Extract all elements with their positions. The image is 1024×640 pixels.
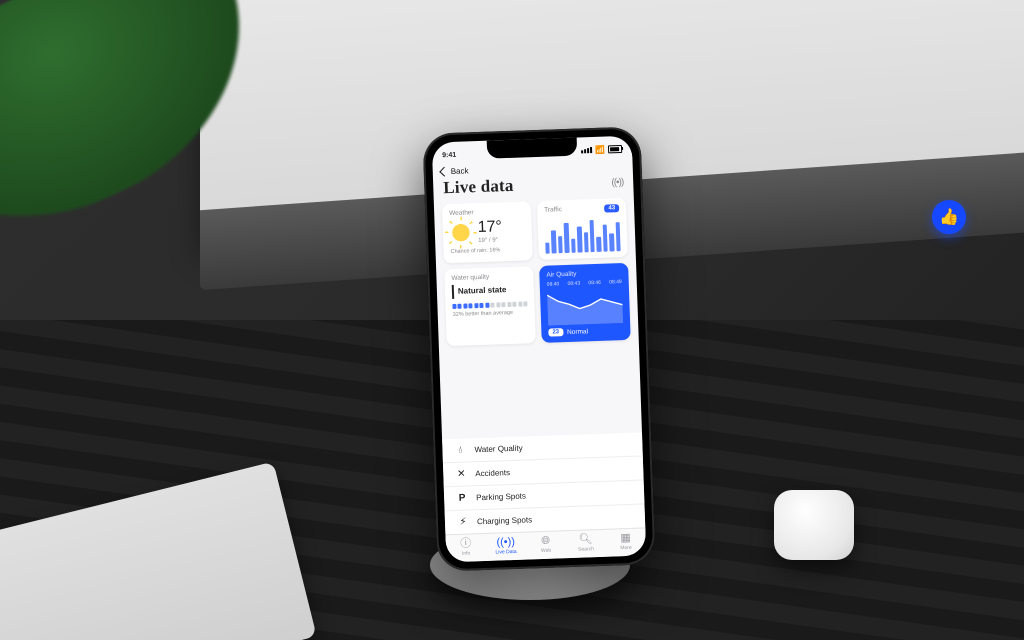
air-sparkline bbox=[547, 287, 623, 326]
tab-label: Info bbox=[462, 551, 471, 557]
dashboard-grid: Weather 17° 19° / 9° Chance of rain: 16% bbox=[434, 198, 642, 436]
weather-label: Weather bbox=[449, 207, 524, 217]
app-screen: 9:41 ︎📶 Back Live data ((•)) W bbox=[432, 136, 647, 563]
cellular-signal-icon bbox=[581, 147, 592, 153]
thumbs-up-icon: 👍 bbox=[939, 207, 959, 227]
page-title: Live data bbox=[443, 176, 514, 198]
air-status: Normal bbox=[567, 328, 588, 336]
iphone-frame: 9:41 ︎📶 Back Live data ((•)) W bbox=[422, 126, 655, 571]
search-icon: 🔍︎ bbox=[579, 534, 593, 545]
tab-label: Live Data bbox=[495, 549, 516, 556]
battery-icon bbox=[608, 145, 622, 153]
weather-card[interactable]: Weather 17° 19° / 9° Chance of rain: 16% bbox=[442, 201, 533, 263]
weather-temp: 17° bbox=[477, 218, 502, 237]
tab-label: Search bbox=[578, 546, 594, 553]
traffic-bar-chart bbox=[544, 217, 620, 254]
water-state: Natural state bbox=[458, 286, 507, 296]
iphone-notch bbox=[487, 138, 578, 159]
tab-label: More bbox=[620, 545, 632, 551]
traffic-card[interactable]: 43 Traffic bbox=[537, 198, 628, 260]
photo-scene: 👍 9:41 ︎📶 Back Liv bbox=[0, 0, 1024, 640]
water-caption: 32% better than average bbox=[453, 309, 528, 318]
charging-icon: ⚡︎ bbox=[457, 517, 469, 528]
wifi-icon: ︎📶 bbox=[595, 145, 605, 154]
grid-icon: ▦ bbox=[620, 533, 631, 544]
airpods-case bbox=[774, 490, 854, 560]
droplet-icon: 💧︎ bbox=[454, 445, 466, 456]
water-label: Water quality bbox=[451, 272, 526, 282]
traffic-badge: 43 bbox=[604, 204, 619, 213]
air-quality-card[interactable]: Air Quality 08:4008:43 08:4608:49 23 Nor… bbox=[539, 263, 631, 343]
broadcast-icon[interactable]: ((•)) bbox=[611, 176, 623, 187]
status-time: 9:41 bbox=[442, 151, 456, 158]
tab-info[interactable]: ⓘ Info bbox=[445, 534, 486, 562]
air-ticks: 08:4008:43 08:4608:49 bbox=[547, 279, 622, 288]
tab-label: Web bbox=[541, 548, 551, 554]
parking-icon: P bbox=[456, 493, 468, 504]
globe-icon: 🌐︎ bbox=[541, 536, 550, 547]
tab-more[interactable]: ▦ More bbox=[605, 528, 646, 556]
air-value: 23 bbox=[548, 328, 563, 337]
list-label: Water Quality bbox=[474, 444, 522, 455]
water-indicator-icon bbox=[452, 285, 454, 299]
cross-icon: ✕ bbox=[455, 469, 467, 480]
tab-live-data[interactable]: ((•)) Live Data bbox=[485, 533, 526, 561]
list-label: Parking Spots bbox=[476, 492, 526, 503]
water-gauge bbox=[452, 301, 527, 309]
list-label: Charging Spots bbox=[477, 515, 532, 526]
air-label: Air Quality bbox=[546, 269, 621, 279]
thumbs-up-fab[interactable]: 👍 bbox=[932, 200, 966, 234]
metrics-list: 💧︎ Water Quality ✕ Accidents P Parking S… bbox=[442, 428, 645, 534]
tab-web[interactable]: 🌐︎ Web bbox=[525, 531, 566, 559]
sun-icon bbox=[449, 221, 472, 244]
info-icon: ⓘ bbox=[460, 538, 471, 549]
list-label: Accidents bbox=[475, 468, 510, 478]
water-quality-card[interactable]: Water quality Natural state 32% better t… bbox=[444, 266, 536, 346]
tab-bar: ⓘ Info ((•)) Live Data 🌐︎ Web 🔍︎ Search … bbox=[445, 527, 646, 562]
weather-high-low: 19° / 9° bbox=[478, 237, 502, 244]
tab-search[interactable]: 🔍︎ Search bbox=[565, 530, 606, 558]
broadcast-icon: ((•)) bbox=[496, 537, 515, 549]
